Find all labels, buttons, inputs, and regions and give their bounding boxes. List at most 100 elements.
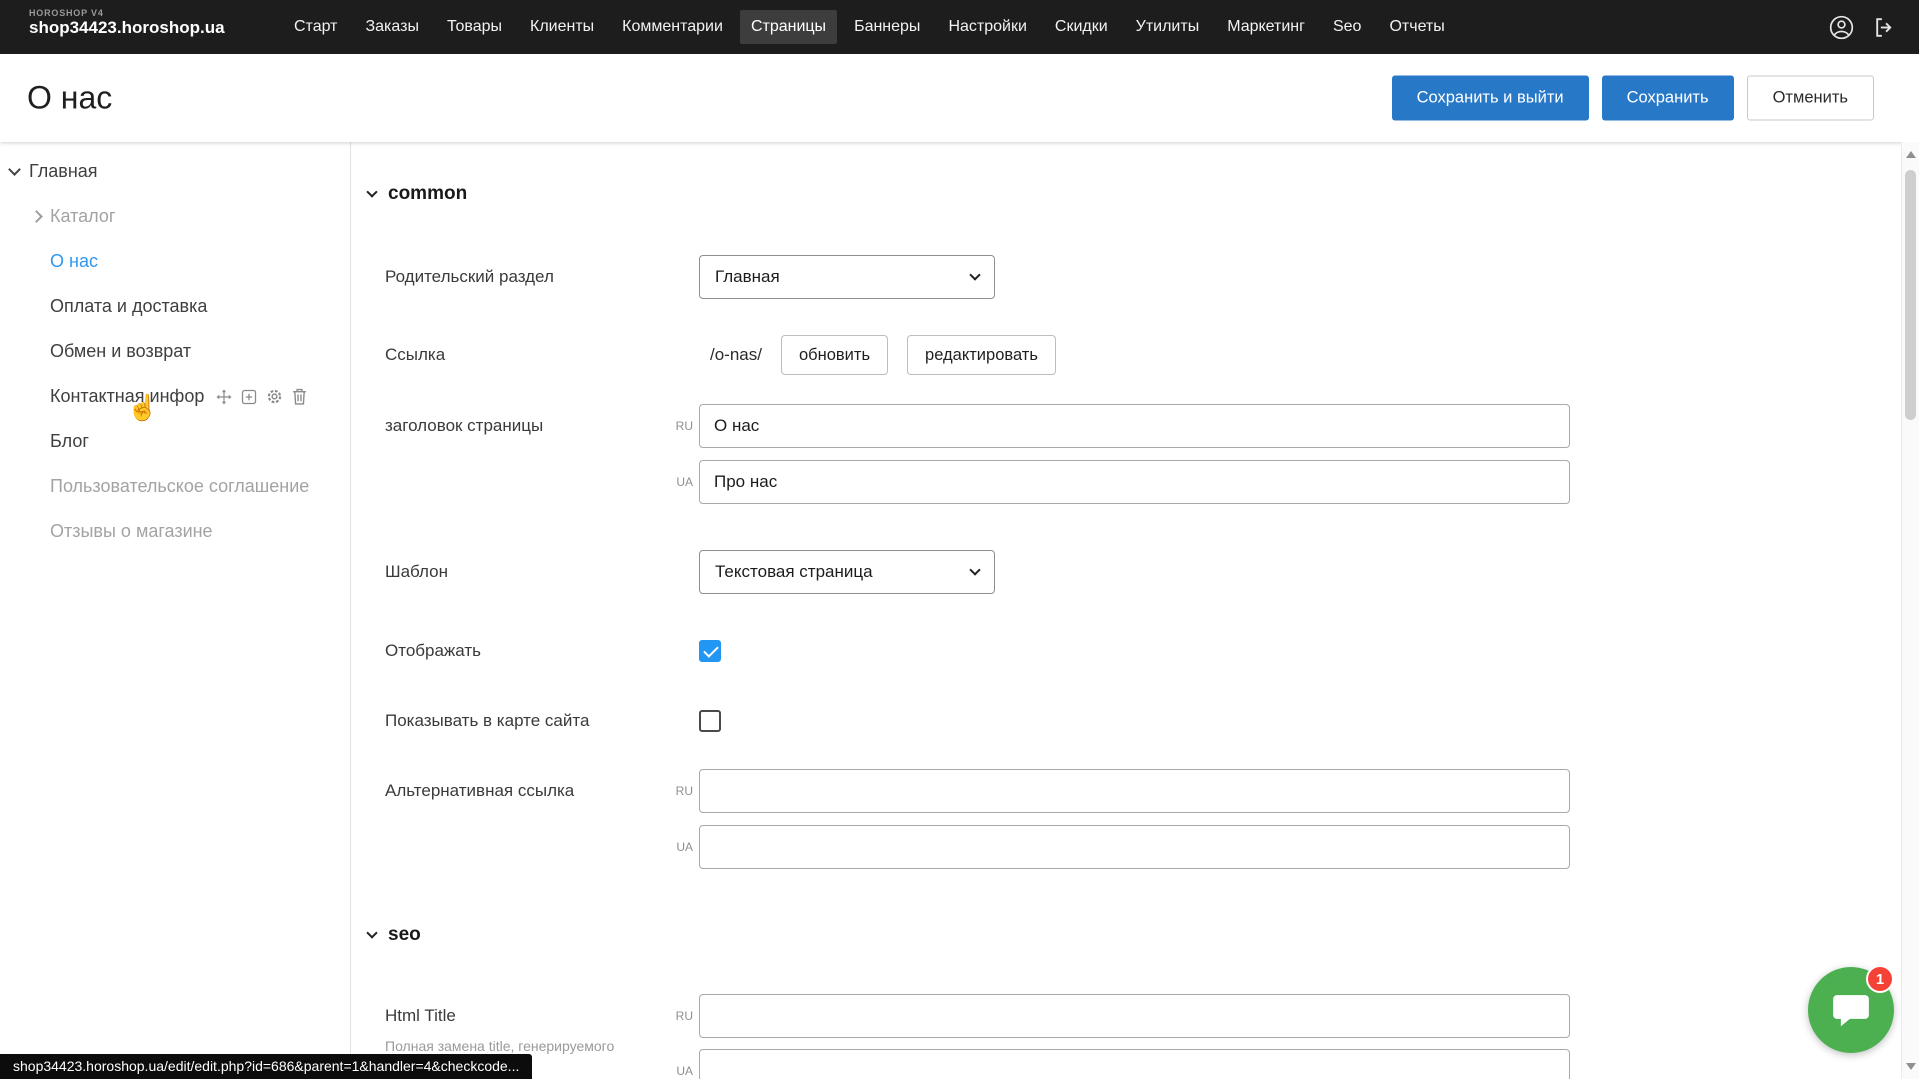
- alt-link-ru-input[interactable]: [699, 769, 1570, 813]
- save-button[interactable]: Сохранить: [1602, 76, 1734, 121]
- nav-orders[interactable]: Заказы: [354, 10, 429, 44]
- html-title-ua-input[interactable]: [699, 1049, 1570, 1079]
- form-row-alt-link-ua: UA: [351, 825, 1919, 869]
- link-path: /o-nas/: [710, 345, 762, 365]
- section-common-toggle[interactable]: common: [368, 183, 467, 205]
- html-title-ru-input[interactable]: [699, 994, 1570, 1038]
- section-seo-toggle[interactable]: seo: [368, 924, 421, 946]
- edit-link-button[interactable]: редактировать: [907, 335, 1056, 375]
- html-title-label: Html Title: [385, 1006, 456, 1026]
- nav-banners[interactable]: Баннеры: [843, 10, 931, 44]
- scroll-down-arrow-icon[interactable]: [1906, 1063, 1916, 1070]
- cursor-hand-icon: ☝: [127, 394, 158, 423]
- chat-bubble-icon: [1830, 989, 1872, 1031]
- tree-item-obmen-vozvrat[interactable]: Обмен и возврат: [0, 329, 350, 374]
- form-row-html-title-ru: Html Title Полная замена title, генериру…: [351, 994, 1919, 1038]
- template-label: Шаблон: [385, 562, 448, 582]
- save-and-exit-button[interactable]: Сохранить и выйти: [1392, 76, 1589, 121]
- tree-item-kontaktnaya-info[interactable]: Контактная инфор: [0, 374, 350, 419]
- nav-clients[interactable]: Клиенты: [519, 10, 605, 44]
- top-bar: HOROSHOP V4 shop34423.horoshop.ua Старт …: [0, 0, 1919, 54]
- tree-item-oplata-dostavka[interactable]: Оплата и доставка: [0, 284, 350, 329]
- lang-ua-badge: UA: [665, 475, 693, 489]
- display-checkbox[interactable]: [699, 640, 721, 662]
- tree-item-blog[interactable]: Блог: [0, 419, 350, 464]
- nav-comments[interactable]: Комментарии: [611, 10, 734, 44]
- nav-pages[interactable]: Страницы: [740, 10, 837, 44]
- refresh-link-button[interactable]: обновить: [781, 335, 888, 375]
- nav-products[interactable]: Товары: [436, 10, 513, 44]
- tree-item-label: Пользовательское соглашение: [50, 476, 309, 497]
- tree-item-label: Оплата и доставка: [50, 296, 207, 317]
- tree-item-label: Каталог: [50, 206, 115, 227]
- scrollbar-thumb[interactable]: [1905, 170, 1916, 420]
- link-label: Ссылка: [385, 345, 445, 365]
- brand-domain: shop34423.horoshop.ua: [29, 18, 225, 38]
- tree-item-label: Отзывы о магазине: [50, 521, 213, 542]
- chevron-down-icon: [366, 927, 377, 938]
- nav-reports[interactable]: Отчеты: [1378, 10, 1455, 44]
- lang-ru-badge: RU: [665, 1009, 693, 1023]
- nav-marketing[interactable]: Маркетинг: [1216, 10, 1316, 44]
- brand-logo[interactable]: HOROSHOP V4 shop34423.horoshop.ua: [29, 8, 225, 38]
- nav-start[interactable]: Старт: [283, 10, 348, 44]
- chevron-down-icon: [969, 269, 980, 280]
- template-select[interactable]: Текстовая страница: [699, 550, 995, 594]
- page-title-ru-input[interactable]: [699, 404, 1570, 448]
- nav-settings[interactable]: Настройки: [937, 10, 1037, 44]
- parent-section-select[interactable]: Главная: [699, 255, 995, 299]
- gear-icon[interactable]: [266, 388, 283, 405]
- tree-item-reviews[interactable]: Отзывы о магазине: [0, 509, 350, 554]
- form-row-display: Отображать: [351, 629, 1919, 673]
- move-icon[interactable]: [216, 389, 232, 405]
- header-buttons: Сохранить и выйти Сохранить Отменить: [1392, 76, 1874, 121]
- chevron-right-icon[interactable]: [30, 210, 43, 223]
- form-row-page-title-ua: UA: [351, 460, 1919, 504]
- lang-ua-badge: UA: [665, 1064, 693, 1078]
- section-title: seo: [388, 924, 421, 946]
- nav-discounts[interactable]: Скидки: [1044, 10, 1119, 44]
- lang-ua-badge: UA: [665, 840, 693, 854]
- alt-link-label: Альтернативная ссылка: [385, 781, 574, 801]
- lang-ru-badge: RU: [665, 784, 693, 798]
- chat-unread-badge[interactable]: 1: [1866, 965, 1894, 993]
- sitemap-checkbox[interactable]: [699, 710, 721, 732]
- form-row-sitemap: Показывать в карте сайта: [351, 699, 1919, 743]
- chevron-down-icon: [366, 186, 377, 197]
- nav-seo[interactable]: Seo: [1322, 10, 1372, 44]
- tree-item-label: Блог: [50, 431, 89, 452]
- tree-item-actions: [216, 388, 307, 405]
- form-row-page-title-ru: заголовок страницы RU: [351, 404, 1919, 448]
- tree-item-agreement[interactable]: Пользовательское соглашение: [0, 464, 350, 509]
- tree-item-glavnaya[interactable]: Главная: [0, 149, 350, 194]
- trash-icon[interactable]: [292, 388, 307, 405]
- form-row-template: Шаблон Текстовая страница: [351, 550, 1919, 594]
- alt-link-ua-input[interactable]: [699, 825, 1570, 869]
- tree-item-katalog[interactable]: Каталог: [0, 194, 350, 239]
- logout-icon[interactable]: [1872, 15, 1897, 40]
- section-title: common: [388, 183, 467, 205]
- top-bar-icons: [1828, 0, 1897, 54]
- chevron-down-icon[interactable]: [8, 163, 21, 176]
- tree-item-label: Главная: [29, 161, 98, 182]
- vertical-scrollbar[interactable]: [1901, 142, 1919, 1079]
- form-row-alt-link-ru: Альтернативная ссылка RU: [351, 769, 1919, 813]
- page-title: О нас: [27, 80, 112, 117]
- pages-tree-sidebar: Главная Каталог О нас Оплата и доставка …: [0, 142, 351, 1079]
- select-value: Главная: [715, 267, 780, 287]
- form-row-html-title-ua: UA: [351, 1049, 1919, 1079]
- form-row-link: Ссылка /o-nas/ обновить редактировать: [351, 333, 1919, 377]
- page-title-label: заголовок страницы: [385, 416, 543, 436]
- scroll-up-arrow-icon[interactable]: [1906, 151, 1916, 158]
- cancel-button[interactable]: Отменить: [1747, 76, 1874, 121]
- sitemap-label: Показывать в карте сайта: [385, 711, 589, 731]
- page-title-ua-input[interactable]: [699, 460, 1570, 504]
- top-navigation: Старт Заказы Товары Клиенты Комментарии …: [283, 0, 1456, 54]
- page-header: О нас Сохранить и выйти Сохранить Отмени…: [0, 54, 1919, 142]
- link-preview-statusbar: shop34423.horoshop.ua/edit/edit.php?id=6…: [0, 1054, 532, 1079]
- tree-item-o-nas[interactable]: О нас: [0, 239, 350, 284]
- page-edit-form: common Родительский раздел Главная Ссылк…: [351, 142, 1919, 1079]
- account-icon[interactable]: [1828, 14, 1855, 41]
- add-page-icon[interactable]: [241, 389, 257, 405]
- nav-utilities[interactable]: Утилиты: [1125, 10, 1211, 44]
